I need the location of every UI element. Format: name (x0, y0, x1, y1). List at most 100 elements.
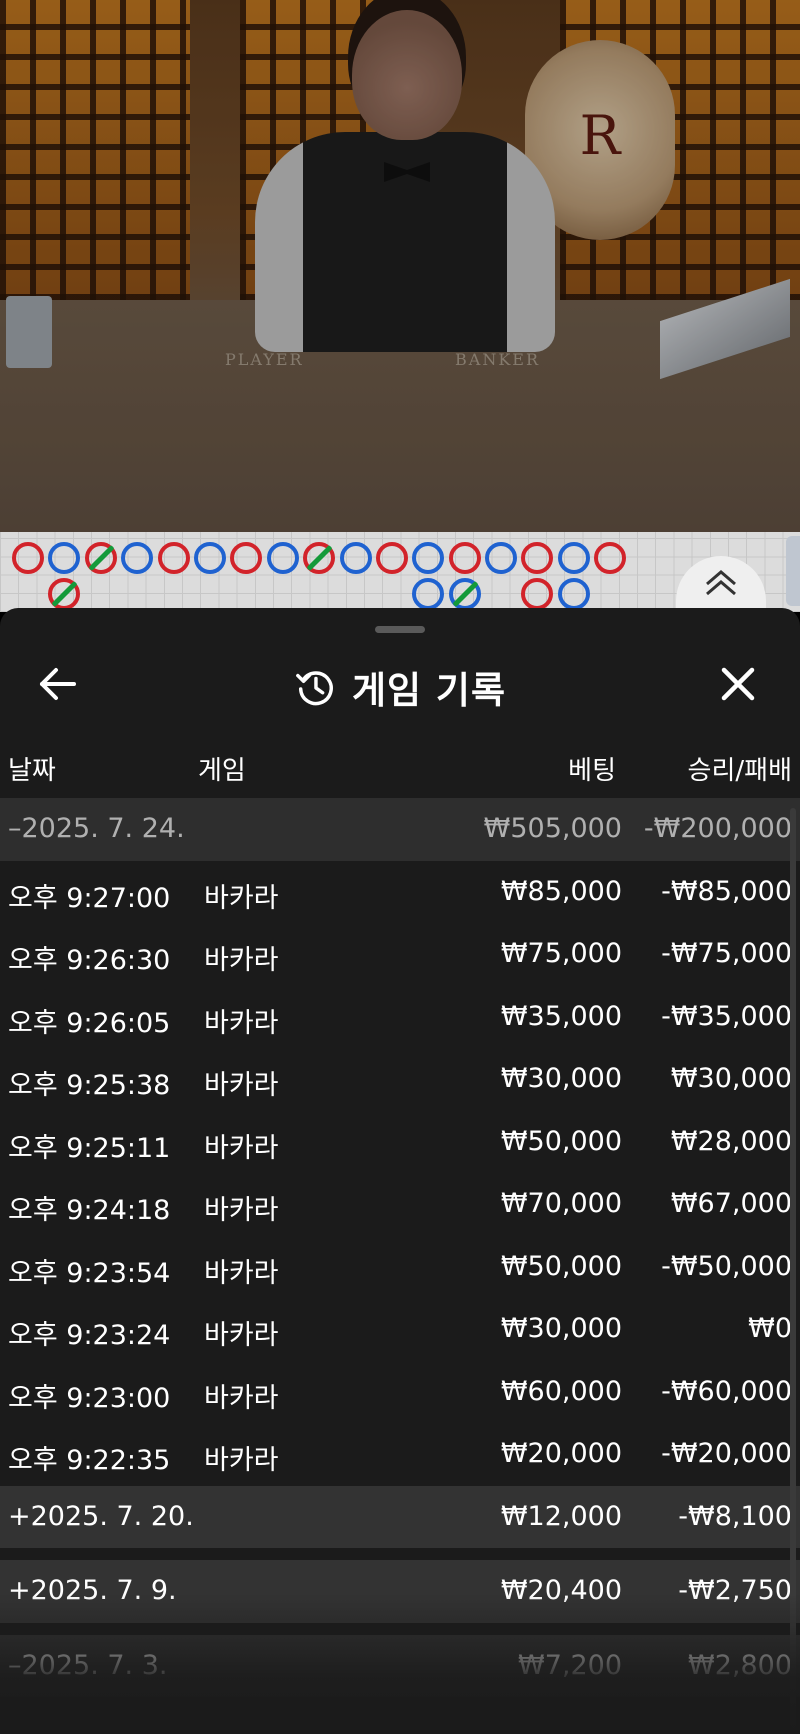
row-result: -₩20,000 (661, 1438, 792, 1469)
history-group-row[interactable]: +2025. 7. 20. ₩12,000 -₩8,100 (0, 1485, 800, 1548)
row-game: 바카라 (204, 1382, 279, 1414)
group-date-text: 2025. 7. 9. (30, 1575, 177, 1606)
bead-tie-mark (88, 544, 115, 572)
row-time: 오후 9:25:11 (8, 1132, 171, 1164)
history-row[interactable]: 오후 9:25:11 바카라 ₩50,000 ₩28,000 (0, 1111, 800, 1174)
bead-empty (303, 578, 335, 610)
history-row[interactable]: 오후 9:26:05 바카라 ₩35,000 -₩35,000 (0, 986, 800, 1049)
chevron-up-icon (706, 570, 736, 596)
column-header-bet: 베팅 (568, 756, 616, 786)
history-row[interactable]: 오후 9:23:00 바카라 ₩60,000 -₩60,000 (0, 1361, 800, 1424)
row-game: 바카라 (204, 1320, 279, 1351)
row-result: ₩67,000 (670, 1188, 792, 1219)
bead-player (557, 542, 590, 574)
group-date-text: 2025. 7. 3. (21, 1649, 168, 1681)
history-icon (296, 671, 333, 706)
history-row[interactable]: 오후 9:23:54 바카라 ₩50,000 -₩50,000 (0, 1236, 800, 1299)
bead-banker (157, 542, 190, 574)
group-date-text: 2025. 7. 20. (30, 1500, 194, 1532)
history-row[interactable]: 오후 9:23:24 바카라 ₩30,000 ₩0 (0, 1298, 800, 1361)
group-result-total: -₩2,750 (678, 1575, 792, 1606)
bead-road-grid (10, 540, 629, 612)
history-row[interactable]: 오후 9:26:30 바카라 ₩75,000 -₩75,000 (0, 923, 800, 986)
group-date: –2025. 7. 3. (8, 1650, 167, 1681)
history-row[interactable]: 오후 9:25:38 바카라 ₩30,000 ₩30,000 (0, 1048, 800, 1111)
row-bet: ₩70,000 (500, 1188, 622, 1219)
row-bet: ₩75,000 (500, 938, 622, 969)
bead-banker (375, 542, 408, 574)
bead-empty (340, 578, 372, 610)
group-result-total: -₩200,000 (643, 813, 792, 844)
bead-banker (303, 542, 336, 574)
bead-empty (485, 578, 517, 610)
side-panel-edge[interactable] (786, 536, 800, 606)
history-scrollbar[interactable] (790, 808, 796, 1728)
row-time: 오후 9:24:18 (8, 1195, 171, 1226)
bead-empty (158, 578, 190, 610)
bead-player (412, 542, 445, 574)
row-time: 오후 9:22:35 (8, 1445, 171, 1476)
group-toggle-sign: + (8, 1500, 31, 1532)
row-result: -₩60,000 (661, 1375, 792, 1407)
row-time: 오후 9:26:05 (8, 1007, 171, 1039)
row-time: 오후 9:23:24 (8, 1320, 171, 1351)
group-toggle-sign: – (8, 813, 22, 844)
history-row[interactable]: 오후 9:22:35 바카라 ₩20,000 -₩20,000 (0, 1423, 800, 1486)
video-overlay (0, 0, 800, 532)
group-date: +2025. 7. 20. (8, 1501, 194, 1532)
row-time: 오후 9:27:00 (8, 882, 171, 914)
history-group-row[interactable]: –2025. 7. 24. ₩505,000 -₩200,000 (0, 798, 800, 861)
history-list: –2025. 7. 24. ₩505,000 -₩200,000 오후 9:27… (0, 798, 800, 1697)
bead-banker (12, 542, 44, 574)
group-bet-total: ₩7,200 (518, 1649, 622, 1681)
history-row[interactable]: 오후 9:27:00 바카라 ₩85,000 -₩85,000 (0, 861, 800, 924)
row-result: ₩28,000 (670, 1125, 792, 1157)
bead-tie-mark (452, 580, 479, 608)
bead-empty (267, 578, 299, 610)
bead-tie-mark (51, 580, 78, 608)
group-bet-total: ₩505,000 (483, 813, 622, 844)
row-result: ₩30,000 (670, 1063, 792, 1094)
bead-banker (521, 578, 554, 610)
bead-banker (521, 542, 554, 574)
row-game: 바카라 (204, 1007, 279, 1039)
row-bet: ₩35,000 (500, 1000, 622, 1032)
bead-banker (48, 578, 81, 610)
game-history-sheet: 게임 기록 날짜 게임 베팅 승리/패배 –2025. 7. 24. ₩505,… (0, 608, 800, 1734)
group-bet-total: ₩20,400 (500, 1575, 622, 1606)
group-date-text: 2025. 7. 24. (21, 813, 185, 844)
bead-empty (12, 578, 44, 610)
sheet-title: 게임 기록 (351, 669, 507, 712)
row-game: 바카라 (204, 945, 279, 976)
bead-empty (376, 578, 408, 610)
row-bet: ₩50,000 (500, 1250, 622, 1282)
row-time: 오후 9:25:38 (8, 1070, 171, 1101)
row-game: 바카라 (204, 1070, 279, 1101)
bead-player (193, 542, 226, 574)
column-header-date: 날짜 (8, 756, 56, 786)
row-bet: ₩50,000 (500, 1125, 622, 1157)
bead-player (485, 542, 518, 574)
bead-empty (230, 578, 262, 610)
row-result: -₩35,000 (661, 1000, 792, 1032)
row-game: 바카라 (204, 1445, 279, 1476)
group-date: –2025. 7. 24. (8, 813, 185, 844)
row-bet: ₩85,000 (500, 875, 622, 907)
row-result: -₩75,000 (661, 938, 792, 969)
history-row[interactable]: 오후 9:24:18 바카라 ₩70,000 ₩67,000 (0, 1173, 800, 1236)
bead-player (448, 578, 481, 610)
group-toggle-sign: + (8, 1575, 31, 1606)
sheet-drag-handle[interactable] (375, 626, 425, 633)
row-bet: ₩20,000 (500, 1438, 622, 1469)
history-column-headers: 날짜 게임 베팅 승리/패배 (0, 738, 800, 796)
bead-player (412, 578, 445, 610)
bead-banker (230, 542, 263, 574)
close-button[interactable] (716, 662, 760, 706)
group-date: +2025. 7. 9. (8, 1575, 177, 1606)
history-group-row[interactable]: +2025. 7. 9. ₩20,400 -₩2,750 (0, 1560, 800, 1623)
bead-banker (84, 542, 117, 574)
group-result-total: ₩2,800 (688, 1649, 792, 1681)
bead-banker (448, 542, 481, 574)
live-dealer-video: R PLAYER BANKER (0, 0, 800, 532)
history-group-row[interactable]: –2025. 7. 3. ₩7,200 ₩2,800 (0, 1634, 800, 1697)
